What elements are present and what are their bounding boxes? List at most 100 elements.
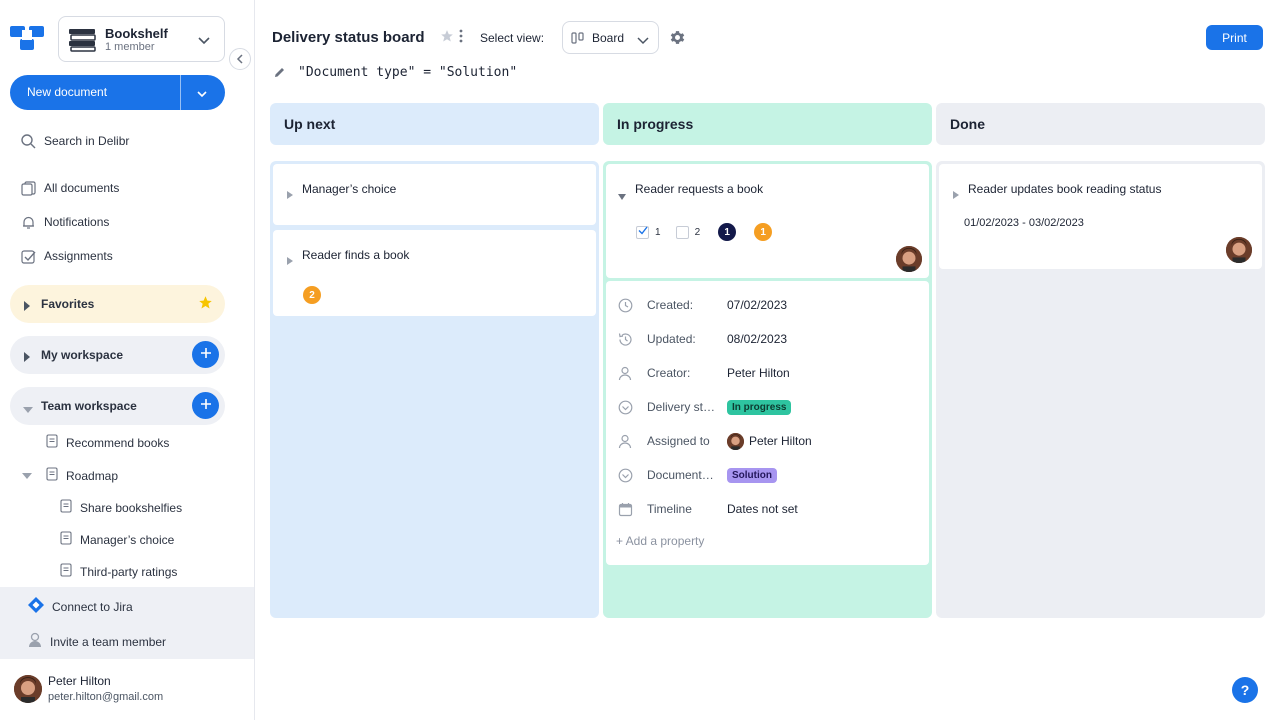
property-value[interactable]: Peter Hilton (727, 366, 790, 380)
sidebar-item-assignments[interactable]: Assignments (20, 248, 113, 264)
property-value[interactable]: Solution (727, 467, 777, 483)
more-vertical-icon[interactable] (459, 29, 463, 46)
pencil-icon[interactable] (273, 66, 286, 82)
property-label: Document… (647, 468, 714, 482)
property-value: 08/02/2023 (727, 332, 788, 346)
column-done: Done Reader updates book reading status … (936, 103, 1265, 618)
property-creator: Creator: Peter Hilton (617, 365, 790, 381)
invite-label: Invite a team member (50, 634, 167, 649)
split-divider (180, 75, 181, 110)
card-properties-panel: Created: 07/02/2023 Updated: 08/02/2023 … (606, 281, 929, 565)
board-icon (571, 31, 585, 48)
caret-down-icon (23, 402, 33, 417)
new-document-button[interactable]: New document (10, 75, 225, 110)
connect-jira-label: Connect to Jira (52, 599, 133, 614)
property-timeline: Timeline Dates not set (617, 501, 798, 517)
card-title: Reader updates book reading status (968, 182, 1162, 196)
column-title: Done (936, 103, 1265, 145)
card-reader-requests-a-book[interactable]: Reader requests a book 1 2 1 1 (606, 164, 929, 278)
print-button[interactable]: Print (1206, 25, 1263, 50)
tree-item-managers-choice[interactable]: Manager’s choice (60, 531, 174, 548)
card-managers-choice[interactable]: Manager’s choice (273, 164, 596, 225)
tree-item-label: Recommend books (66, 435, 170, 450)
sidebar-item-label: Assignments (44, 249, 113, 263)
column-title: Up next (270, 103, 599, 145)
tree-item-share-bookshelfies[interactable]: Share bookshelfies (60, 499, 182, 516)
caret-right-icon[interactable] (287, 187, 293, 202)
column-body: Reader updates book reading status 01/02… (936, 161, 1265, 618)
delibr-logo[interactable] (10, 24, 46, 52)
sidebar: Bookshelf 1 member New document Search i… (0, 0, 255, 720)
caret-down-icon[interactable] (618, 188, 626, 203)
tree-item-roadmap[interactable]: Roadmap (22, 467, 118, 484)
tree-item-label: Third-party ratings (80, 564, 178, 579)
favorites-label: Favorites (41, 297, 95, 311)
property-updated: Updated: 08/02/2023 (617, 331, 787, 347)
property-assigned-to: Assigned to Peter Hilton (617, 432, 812, 450)
property-label: Created: (647, 298, 694, 312)
notification-badge[interactable]: 1 (718, 223, 737, 241)
add-to-team-workspace-button[interactable] (192, 392, 219, 419)
filter-expression[interactable]: "Document type" = "Solution" (298, 65, 517, 80)
workspace-switcher[interactable]: Bookshelf 1 member (58, 16, 225, 62)
my-workspace-label: My workspace (41, 348, 124, 362)
history-icon (617, 331, 633, 347)
sidebar-item-all-documents[interactable]: All documents (20, 180, 119, 196)
favorites-section[interactable]: Favorites (10, 285, 225, 323)
tree-item-third-party-ratings[interactable]: Third-party ratings (60, 563, 177, 580)
sidebar-item-notifications[interactable]: Notifications (20, 214, 109, 230)
view-select[interactable]: Board (562, 21, 659, 54)
property-value[interactable]: Dates not set (727, 502, 798, 516)
team-workspace-section[interactable]: Team workspace (10, 387, 225, 425)
gear-icon[interactable] (669, 29, 686, 49)
connect-jira-button[interactable]: Connect to Jira (28, 597, 133, 616)
property-label: Assigned to (647, 434, 710, 448)
documents-icon (20, 180, 36, 196)
card-title: Reader finds a book (302, 248, 410, 262)
column-body: Reader requests a book 1 2 1 1 Created: … (603, 161, 932, 618)
person-icon (617, 365, 633, 381)
help-button[interactable]: ? (1232, 677, 1258, 703)
comment-count-badge[interactable]: 2 (303, 286, 321, 304)
status-badge[interactable]: In progress (727, 399, 792, 415)
tree-item-recommend-books[interactable]: Recommend books (46, 434, 169, 451)
card-reader-updates-book-reading-status[interactable]: Reader updates book reading status 01/02… (939, 164, 1262, 269)
search-button[interactable]: Search in Delibr (20, 133, 129, 149)
star-icon (198, 295, 213, 313)
property-label: Timeline (647, 502, 692, 516)
current-user[interactable]: Peter Hilton peter.hilton@gmail.com (0, 660, 254, 720)
chevron-left-icon (236, 52, 244, 67)
star-icon[interactable] (440, 29, 454, 46)
caret-down-icon[interactable] (22, 469, 32, 483)
invite-member-button[interactable]: Invite a team member (28, 632, 166, 651)
caret-right-icon[interactable] (953, 187, 959, 202)
property-value[interactable]: In progress (727, 399, 792, 415)
property-document-type: Document… Solution (617, 467, 777, 483)
add-property-button[interactable]: + Add a property (616, 534, 704, 548)
view-select-value: Board (592, 31, 625, 45)
checkbox-checked[interactable] (636, 225, 649, 239)
chevron-down-icon (198, 33, 210, 48)
avatar (727, 432, 744, 450)
chevron-down-icon[interactable] (196, 86, 208, 101)
tree-item-label: Share bookshelfies (80, 500, 183, 515)
caret-right-icon[interactable] (287, 253, 293, 268)
add-to-my-workspace-button[interactable] (192, 341, 219, 368)
property-value[interactable]: Peter Hilton (727, 432, 812, 450)
bell-icon (20, 214, 36, 230)
comment-count-badge[interactable]: 1 (754, 223, 773, 241)
plus-icon (200, 347, 212, 362)
property-delivery-status: Delivery st… In progress (617, 399, 792, 415)
person-icon (28, 632, 42, 651)
property-value: 07/02/2023 (727, 298, 788, 312)
card-reader-finds-a-book[interactable]: Reader finds a book 2 (273, 230, 596, 316)
clock-icon (617, 297, 633, 313)
my-workspace-section[interactable]: My workspace (10, 336, 225, 374)
bookshelf-icon (67, 27, 97, 56)
avatar (14, 675, 42, 703)
avatar (896, 246, 922, 272)
collapse-sidebar-button[interactable] (229, 48, 251, 70)
checkbox-unchecked[interactable] (675, 225, 689, 239)
document-type-badge[interactable]: Solution (727, 467, 777, 483)
caret-right-icon (23, 299, 31, 314)
